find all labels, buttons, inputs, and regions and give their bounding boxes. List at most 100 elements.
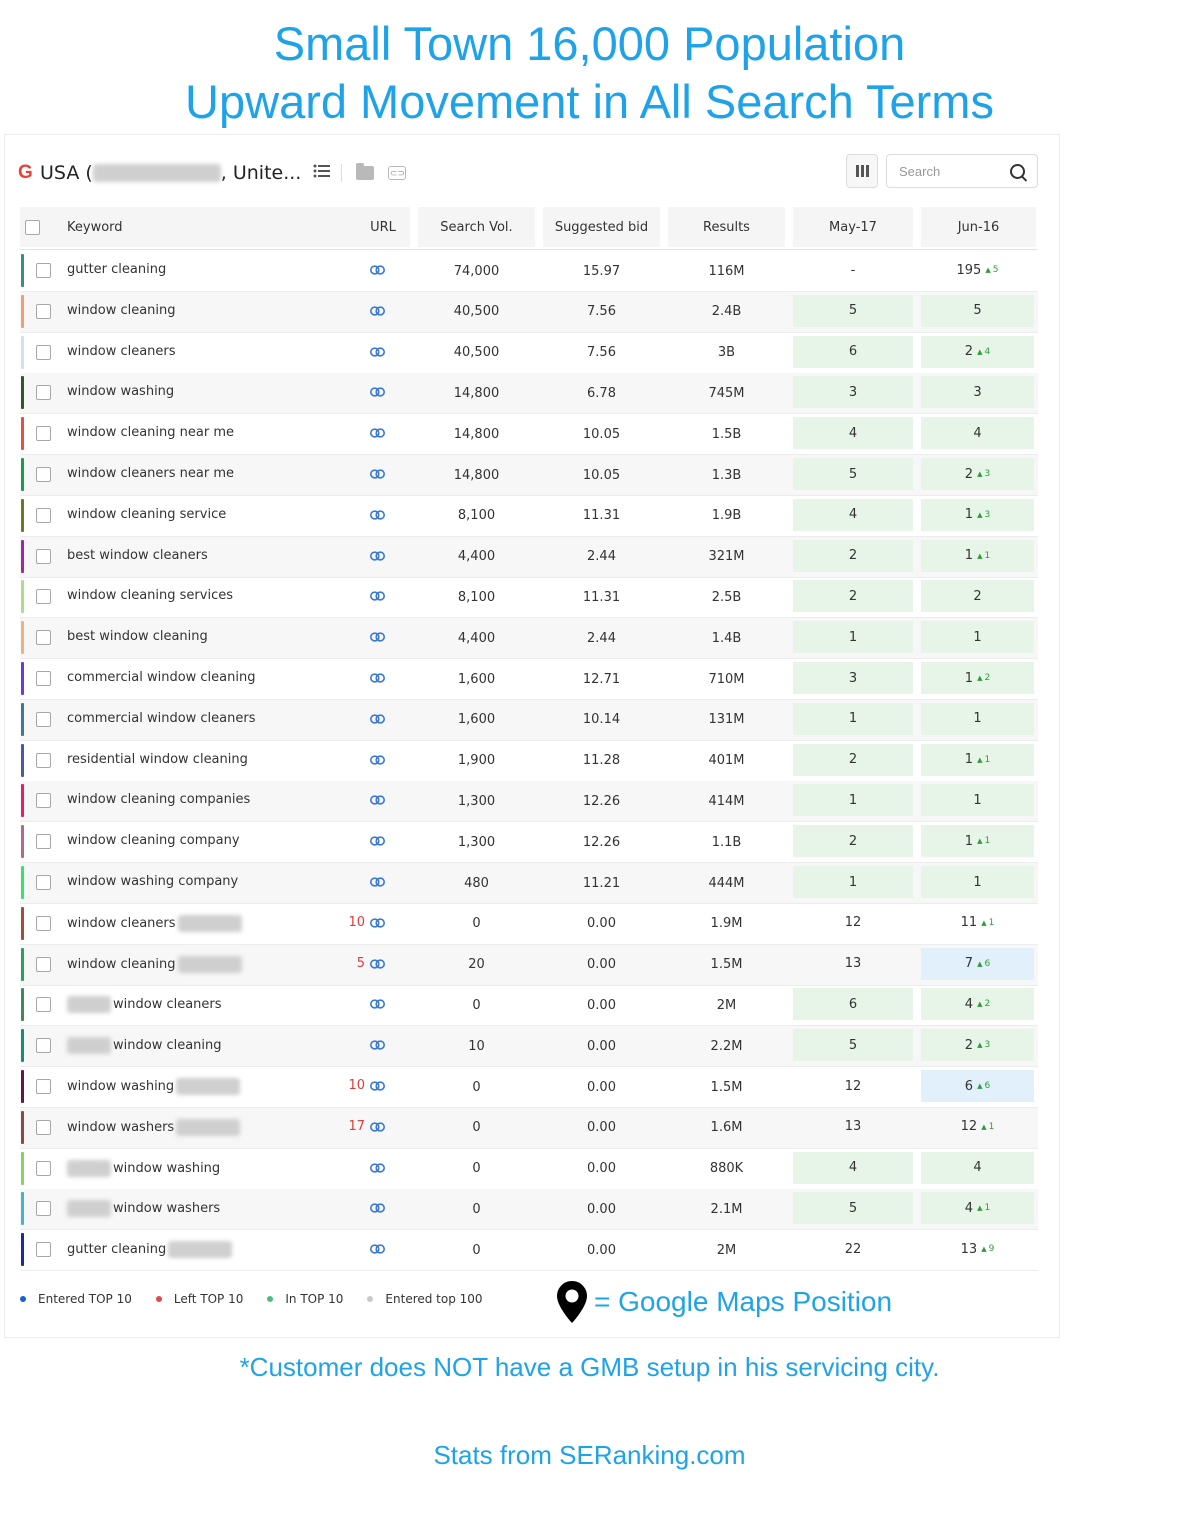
keyword-color-marker xyxy=(21,988,24,1022)
row-checkbox[interactable] xyxy=(36,671,51,686)
position-value: 2 xyxy=(964,344,974,360)
table-row[interactable]: window washing 14,800 6.78 745M 3 3 xyxy=(20,373,1038,415)
header-suggested-bid[interactable]: Suggested bid xyxy=(543,207,660,247)
link-icon[interactable] xyxy=(370,550,385,561)
table-row[interactable]: commercial window cleaning 1,600 12.71 710M… xyxy=(20,659,1038,700)
position-may-17: 5 xyxy=(793,1192,913,1225)
search-input[interactable] xyxy=(897,163,1009,180)
table-row[interactable]: window cleaners 10 0 0.00 1.9M 12 11 ▲ 1 xyxy=(20,904,1038,945)
link-icon[interactable] xyxy=(370,836,385,846)
table-row[interactable]: residential window cleaning 1,900 11.28 401… xyxy=(20,741,1038,782)
link-icon[interactable] xyxy=(370,1244,385,1254)
select-all-checkbox[interactable] xyxy=(24,219,40,235)
link-icon[interactable] xyxy=(370,1081,385,1091)
row-checkbox[interactable] xyxy=(36,834,51,850)
header-url[interactable]: URL xyxy=(356,207,410,247)
region-selector[interactable]: USA ( , Unite... xyxy=(40,162,301,184)
table-row[interactable]: window cleaning 5 20 0.00 1.5M 13 7 ▲ 6 xyxy=(20,944,1038,986)
row-checkbox[interactable] xyxy=(36,385,51,401)
link-box-icon[interactable]: ⊂⊃ xyxy=(388,166,407,180)
table-row[interactable]: window washing company 480 11.21 444M 1 1 xyxy=(20,863,1038,904)
row-checkbox[interactable] xyxy=(36,548,51,564)
header-search-volume[interactable]: Search Vol. xyxy=(418,207,535,247)
link-icon[interactable] xyxy=(370,1122,385,1132)
row-checkbox[interactable] xyxy=(36,467,51,482)
search-volume-cell: 1,900 xyxy=(457,753,496,769)
row-checkbox[interactable] xyxy=(36,956,51,972)
keyword-text: window cleaning services xyxy=(67,588,233,604)
results-cell: 1.4B xyxy=(711,630,742,646)
link-icon[interactable] xyxy=(370,265,385,275)
link-icon[interactable] xyxy=(370,1040,385,1050)
link-icon[interactable] xyxy=(370,795,385,805)
link-icon[interactable] xyxy=(370,877,385,887)
search-icon[interactable] xyxy=(1010,164,1025,179)
columns-button[interactable] xyxy=(846,154,878,188)
link-icon[interactable] xyxy=(370,469,385,479)
table-row[interactable]: window cleaning company 1,300 12.26 1.1B 2 1 ▲… xyxy=(20,822,1038,864)
row-checkbox[interactable] xyxy=(36,1079,51,1094)
row-checkbox[interactable] xyxy=(36,711,51,727)
keyword-color-marker xyxy=(21,1029,24,1063)
link-icon[interactable] xyxy=(370,1162,385,1173)
link-icon[interactable] xyxy=(370,591,385,601)
link-icon[interactable] xyxy=(370,673,385,683)
link-icon[interactable] xyxy=(370,428,385,438)
link-icon[interactable] xyxy=(370,1203,385,1213)
row-checkbox[interactable] xyxy=(36,997,51,1013)
table-row[interactable]: window cleaners near me 14,800 10.05 1.3B 5 2… xyxy=(20,455,1038,496)
link-icon[interactable] xyxy=(370,918,385,928)
table-row[interactable]: window cleaners 40,500 7.56 3B 6 2 ▲ 4 xyxy=(20,333,1038,374)
table-row[interactable]: window cleaning service 8,100 11.31 1.9B 4 1 ▲… xyxy=(20,496,1038,537)
table-row[interactable]: window cleaning 40,500 7.56 2.4B 5 5 xyxy=(20,291,1038,333)
keyword-text: best window cleaners xyxy=(67,547,208,563)
table-row[interactable]: window cleaners 0 0.00 2M 6 4 ▲ 2 xyxy=(20,985,1038,1027)
row-checkbox[interactable] xyxy=(36,1242,51,1258)
list-icon[interactable] xyxy=(313,164,331,183)
link-icon[interactable] xyxy=(370,306,385,316)
header-date-may-17[interactable]: May-17 xyxy=(793,207,913,247)
link-icon[interactable] xyxy=(370,958,385,969)
row-checkbox[interactable] xyxy=(36,1160,51,1176)
link-icon[interactable] xyxy=(370,632,385,642)
header-keyword[interactable]: Keyword xyxy=(44,207,356,247)
row-checkbox[interactable] xyxy=(36,303,51,319)
table-row[interactable]: window cleaning near me 14,800 10.05 1.5B 4 4 xyxy=(20,414,1038,456)
table-row[interactable]: window washing 10 0 0.00 1.5M 12 6 ▲ 6 xyxy=(20,1067,1038,1108)
link-icon[interactable] xyxy=(370,754,385,765)
row-checkbox[interactable] xyxy=(36,344,51,360)
row-checkbox[interactable] xyxy=(36,793,51,809)
row-checkbox[interactable] xyxy=(36,915,51,931)
row-checkbox[interactable] xyxy=(36,1038,51,1054)
link-icon[interactable] xyxy=(370,387,385,397)
table-row[interactable]: window washers 0 0.00 2.1M 5 4 ▲ 1 xyxy=(20,1189,1038,1231)
row-checkbox[interactable] xyxy=(36,630,51,646)
up-arrow-icon: ▲ xyxy=(977,510,983,519)
table-row[interactable]: window cleaning 10 0.00 2.2M 5 2 ▲ 3 xyxy=(20,1026,1038,1068)
link-icon[interactable] xyxy=(370,999,385,1009)
row-checkbox[interactable] xyxy=(36,1201,51,1217)
table-row[interactable]: window cleaning services 8,100 11.31 2.5B 2 2 xyxy=(20,577,1038,619)
row-checkbox[interactable] xyxy=(36,426,51,442)
row-checkbox[interactable] xyxy=(36,263,51,278)
table-row[interactable]: window washers 17 0 0.00 1.6M 13 12 ▲ 1 xyxy=(20,1107,1038,1149)
row-checkbox[interactable] xyxy=(36,752,51,768)
table-row[interactable]: gutter cleaning 74,000 15.97 116M - 195 ▲ 5 xyxy=(20,251,1038,292)
row-checkbox[interactable] xyxy=(36,589,51,605)
table-row[interactable]: best window cleaners 4,400 2.44 321M 2 1 ▲ 1 xyxy=(20,536,1038,578)
row-checkbox[interactable] xyxy=(36,1119,51,1135)
folder-icon[interactable] xyxy=(356,163,375,180)
table-row[interactable]: window cleaning companies 1,300 12.26 414M 1… xyxy=(20,781,1038,823)
table-row[interactable]: window washing 0 0.00 880K 4 4 xyxy=(20,1149,1038,1190)
header-date-jun-16[interactable]: Jun-16 xyxy=(921,207,1036,247)
row-checkbox[interactable] xyxy=(36,507,51,523)
table-row[interactable]: commercial window cleaners 1,600 10.14 131M… xyxy=(20,699,1038,741)
link-icon[interactable] xyxy=(370,346,385,357)
header-results[interactable]: Results xyxy=(668,207,785,247)
link-icon[interactable] xyxy=(370,714,385,724)
table-row[interactable]: best window cleaning 4,400 2.44 1.4B 1 1 xyxy=(20,618,1038,660)
link-icon[interactable] xyxy=(370,510,385,520)
row-checkbox[interactable] xyxy=(36,875,51,890)
up-arrow-icon: ▲ xyxy=(977,1082,983,1090)
table-row[interactable]: gutter cleaning 0 0.00 2M 22 13 ▲ 9 xyxy=(20,1230,1038,1272)
